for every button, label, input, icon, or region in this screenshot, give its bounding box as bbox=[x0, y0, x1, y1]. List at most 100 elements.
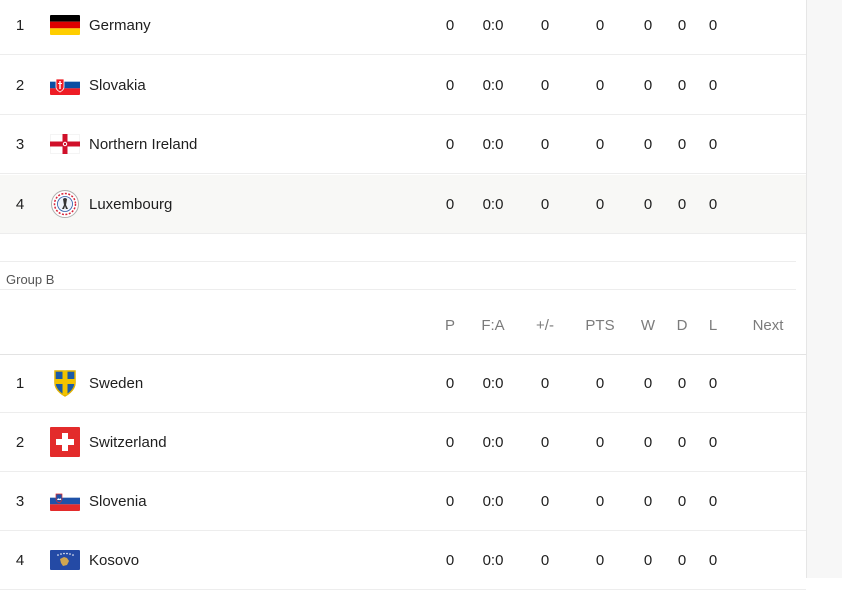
header-points[interactable]: PTS bbox=[585, 296, 615, 354]
goal-difference: 0 bbox=[540, 76, 550, 94]
rank: 3 bbox=[15, 492, 25, 510]
goal-difference: 0 bbox=[540, 195, 550, 213]
wins: 0 bbox=[643, 135, 653, 153]
goal-difference: 0 bbox=[540, 433, 550, 451]
team-name[interactable]: Slovenia bbox=[89, 472, 349, 530]
points: 0 bbox=[595, 135, 605, 153]
points: 0 bbox=[595, 76, 605, 94]
points: 0 bbox=[595, 374, 605, 392]
points: 0 bbox=[595, 195, 605, 213]
table-row[interactable]: 3 Northern Ireland 0 0:0 0 0 0 0 0 bbox=[0, 115, 806, 174]
team-name[interactable]: Slovakia bbox=[89, 56, 349, 114]
team-name[interactable]: Luxembourg bbox=[89, 175, 349, 233]
header-goals[interactable]: F:A bbox=[473, 296, 513, 354]
wins: 0 bbox=[643, 76, 653, 94]
rank: 1 bbox=[15, 16, 25, 34]
goal-difference: 0 bbox=[540, 551, 550, 569]
draws: 0 bbox=[677, 433, 687, 451]
draws: 0 bbox=[677, 195, 687, 213]
points: 0 bbox=[595, 492, 605, 510]
rank: 1 bbox=[15, 374, 25, 392]
northern-ireland-flag-icon bbox=[50, 115, 80, 173]
rank: 4 bbox=[15, 195, 25, 213]
losses: 0 bbox=[708, 135, 718, 153]
germany-flag-icon bbox=[50, 0, 80, 54]
draws: 0 bbox=[677, 374, 687, 392]
group-label: Group B bbox=[6, 272, 55, 287]
goals-for-against: 0:0 bbox=[482, 433, 504, 451]
played: 0 bbox=[445, 76, 455, 94]
header-played[interactable]: P bbox=[438, 296, 462, 354]
wins: 0 bbox=[643, 492, 653, 510]
goals-for-against: 0:0 bbox=[482, 195, 504, 213]
table-row[interactable]: 4 Kosovo 0 0:0 0 0 0 0 0 bbox=[0, 531, 806, 590]
divider bbox=[0, 261, 796, 262]
played: 0 bbox=[445, 433, 455, 451]
team-name[interactable]: Switzerland bbox=[89, 413, 349, 471]
draws: 0 bbox=[677, 76, 687, 94]
points: 0 bbox=[595, 433, 605, 451]
slovakia-flag-icon bbox=[50, 56, 80, 114]
goal-difference: 0 bbox=[540, 374, 550, 392]
rank: 2 bbox=[15, 76, 25, 94]
goals-for-against: 0:0 bbox=[482, 16, 504, 34]
header-next: Next bbox=[752, 316, 784, 334]
played: 0 bbox=[445, 374, 455, 392]
header-losses[interactable]: L bbox=[701, 296, 725, 354]
losses: 0 bbox=[708, 76, 718, 94]
wins: 0 bbox=[643, 195, 653, 213]
luxembourg-crest-icon bbox=[50, 175, 80, 233]
goal-difference: 0 bbox=[540, 492, 550, 510]
draws: 0 bbox=[677, 492, 687, 510]
losses: 0 bbox=[708, 195, 718, 213]
header-goal-difference[interactable]: +/- bbox=[532, 296, 558, 354]
table-row[interactable]: 2 Switzerland 0 0:0 0 0 0 0 0 bbox=[0, 413, 806, 472]
table-row[interactable]: 4 Luxembourg 0 0:0 0 0 0 0 0 bbox=[0, 175, 806, 234]
goals-for-against: 0:0 bbox=[482, 551, 504, 569]
goals-for-against: 0:0 bbox=[482, 76, 504, 94]
losses: 0 bbox=[708, 16, 718, 34]
draws: 0 bbox=[677, 135, 687, 153]
goals-for-against: 0:0 bbox=[482, 374, 504, 392]
table-row[interactable]: 1 Sweden 0 0:0 0 0 0 0 0 bbox=[0, 354, 806, 413]
goal-difference: 0 bbox=[540, 16, 550, 34]
table-row[interactable]: 2 Slovakia 0 0:0 0 0 0 0 0 bbox=[0, 56, 806, 115]
played: 0 bbox=[445, 195, 455, 213]
goals-for-against: 0:0 bbox=[482, 492, 504, 510]
points: 0 bbox=[595, 551, 605, 569]
sweden-crest-icon bbox=[50, 354, 80, 412]
rank: 4 bbox=[15, 551, 25, 569]
losses: 0 bbox=[708, 492, 718, 510]
rank: 3 bbox=[15, 135, 25, 153]
losses: 0 bbox=[708, 374, 718, 392]
played: 0 bbox=[445, 135, 455, 153]
played: 0 bbox=[445, 16, 455, 34]
draws: 0 bbox=[677, 16, 687, 34]
table-header: P F:A +/- PTS W D L Next bbox=[0, 296, 806, 355]
played: 0 bbox=[445, 492, 455, 510]
team-name[interactable]: Northern Ireland bbox=[89, 115, 349, 173]
losses: 0 bbox=[708, 551, 718, 569]
wins: 0 bbox=[643, 551, 653, 569]
team-name[interactable]: Germany bbox=[89, 0, 349, 54]
team-name[interactable]: Sweden bbox=[89, 354, 349, 412]
goal-difference: 0 bbox=[540, 135, 550, 153]
divider bbox=[0, 289, 796, 290]
rank: 2 bbox=[15, 433, 25, 451]
header-draws[interactable]: D bbox=[670, 296, 694, 354]
wins: 0 bbox=[643, 374, 653, 392]
table-row[interactable]: 3 Slovenia 0 0:0 0 0 0 0 0 bbox=[0, 472, 806, 531]
team-name[interactable]: Kosovo bbox=[89, 531, 349, 589]
table-row[interactable]: 1 Germany 0 0:0 0 0 0 0 0 bbox=[0, 0, 806, 55]
wins: 0 bbox=[643, 433, 653, 451]
losses: 0 bbox=[708, 433, 718, 451]
goals-for-against: 0:0 bbox=[482, 135, 504, 153]
wins: 0 bbox=[643, 16, 653, 34]
played: 0 bbox=[445, 551, 455, 569]
switzerland-flag-icon bbox=[50, 413, 80, 471]
scroll-gutter[interactable] bbox=[806, 0, 842, 578]
standings-panel: 1 Germany 0 0:0 0 0 0 0 0 2 Slovakia 0 0… bbox=[0, 0, 806, 590]
kosovo-flag-icon bbox=[50, 531, 80, 589]
header-wins[interactable]: W bbox=[636, 296, 660, 354]
slovenia-flag-icon bbox=[50, 472, 80, 530]
